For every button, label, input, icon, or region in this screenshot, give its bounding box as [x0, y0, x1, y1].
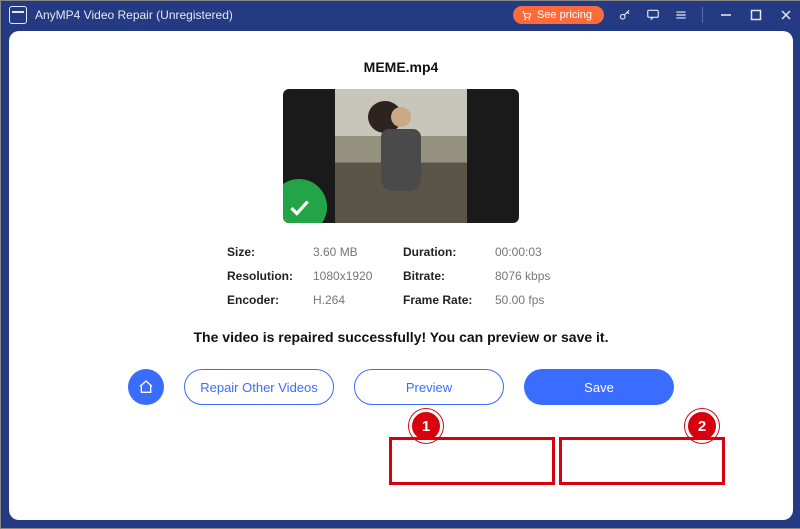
meta-framerate-label: Frame Rate: — [403, 293, 495, 307]
thumbnail-figure — [375, 107, 427, 207]
home-button[interactable] — [128, 369, 164, 405]
maximize-button[interactable] — [749, 8, 763, 22]
meta-framerate-value: 50.00 fps — [495, 293, 575, 307]
thumbnail-frame — [335, 89, 467, 223]
app-logo-icon — [9, 6, 27, 24]
menu-icon[interactable] — [674, 8, 688, 22]
status-text: The video is repaired successfully! You … — [194, 329, 609, 345]
meta-bitrate-value: 8076 kbps — [495, 269, 575, 283]
meta-size-label: Size: — [227, 245, 313, 259]
action-row: Repair Other Videos Preview Save — [128, 369, 674, 405]
repair-other-label: Repair Other Videos — [200, 380, 318, 395]
main-panel: MEME.mp4 Size: 3.60 MB Duration: 00:00:0… — [9, 31, 793, 520]
feedback-icon[interactable] — [646, 8, 660, 22]
save-label: Save — [584, 380, 614, 395]
meta-duration-value: 00:00:03 — [495, 245, 575, 259]
minimize-button[interactable] — [719, 8, 733, 22]
home-icon — [138, 379, 154, 395]
see-pricing-button[interactable]: See pricing — [513, 6, 604, 24]
app-title: AnyMP4 Video Repair (Unregistered) — [35, 8, 233, 22]
meta-resolution-value: 1080x1920 — [313, 269, 403, 283]
preview-label: Preview — [406, 380, 452, 395]
key-icon[interactable] — [618, 8, 632, 22]
see-pricing-label: See pricing — [537, 9, 592, 21]
meta-encoder-value: H.264 — [313, 293, 403, 307]
meta-duration-label: Duration: — [403, 245, 495, 259]
preview-button[interactable]: Preview — [354, 369, 504, 405]
titlebar-divider — [702, 7, 703, 23]
metadata-grid: Size: 3.60 MB Duration: 00:00:03 Resolut… — [227, 245, 575, 307]
repair-other-videos-button[interactable]: Repair Other Videos — [184, 369, 334, 405]
cart-icon — [521, 10, 532, 21]
meta-size-value: 3.60 MB — [313, 245, 403, 259]
meta-resolution-label: Resolution: — [227, 269, 313, 283]
success-check-icon — [283, 179, 327, 223]
save-button[interactable]: Save — [524, 369, 674, 405]
meta-encoder-label: Encoder: — [227, 293, 313, 307]
file-name: MEME.mp4 — [364, 59, 439, 75]
video-thumbnail — [283, 89, 519, 223]
close-button[interactable] — [779, 8, 793, 22]
meta-bitrate-label: Bitrate: — [403, 269, 495, 283]
titlebar: AnyMP4 Video Repair (Unregistered) See p… — [1, 1, 800, 29]
